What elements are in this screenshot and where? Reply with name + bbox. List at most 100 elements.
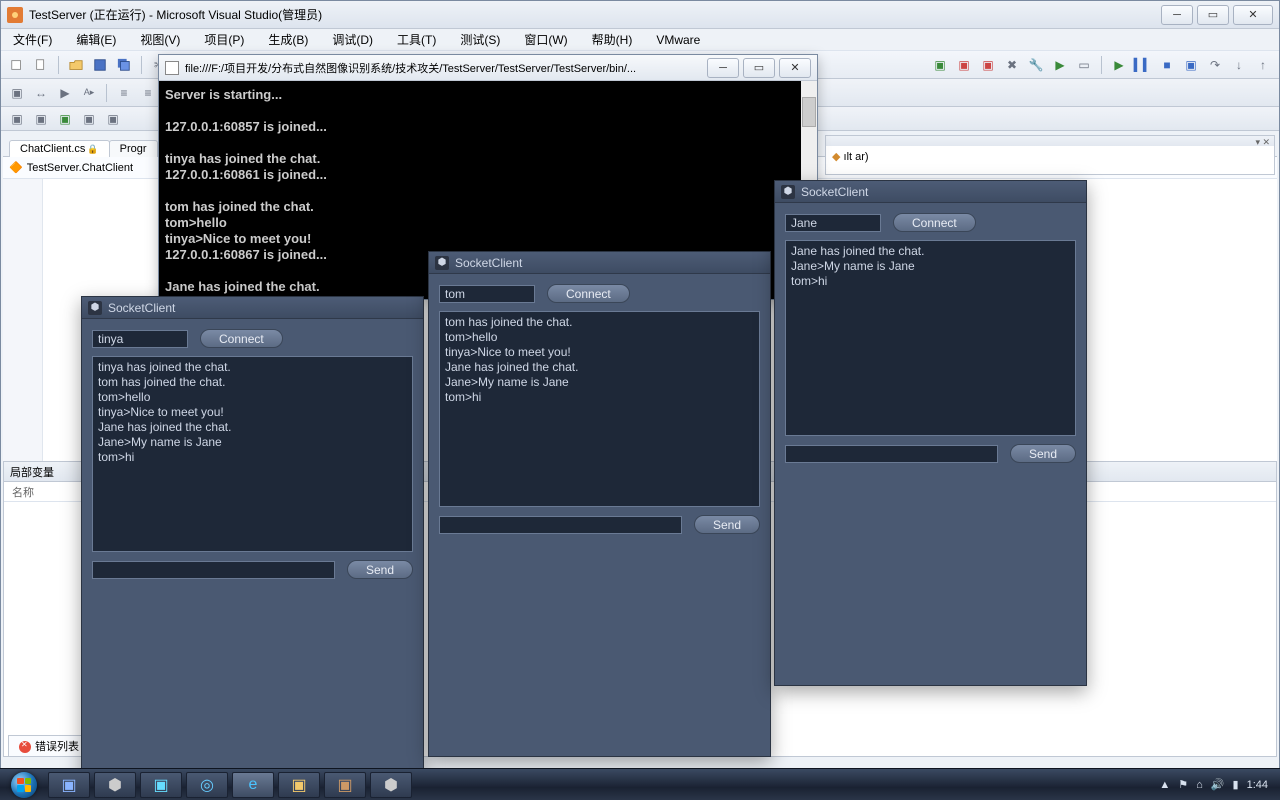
dropdown-text: ılt ar)	[844, 151, 869, 163]
unity-icon: ⬢	[781, 185, 795, 199]
tray-expand-icon[interactable]: ▲	[1159, 779, 1170, 791]
vm-icon-3[interactable]: ▣	[978, 55, 998, 75]
chat-log[interactable]: Jane has joined the chat. Jane>My name i…	[785, 240, 1076, 436]
debug-pause-icon[interactable]: ▍▍	[1133, 55, 1153, 75]
close-button[interactable]: ✕	[1233, 5, 1273, 25]
menu-window[interactable]: 窗口(W)	[518, 29, 573, 50]
lock-icon: 🔒	[87, 144, 98, 154]
vm-icon-1[interactable]: ▣	[930, 55, 950, 75]
save-all-icon[interactable]	[114, 55, 134, 75]
task-item-3[interactable]: ▣	[140, 772, 182, 798]
socketclient-window-jane[interactable]: ⬢ SocketClient Connect Jane has joined t…	[774, 180, 1087, 686]
open-icon[interactable]	[66, 55, 86, 75]
tab-chatclient[interactable]: ChatClient.cs🔒	[9, 140, 110, 157]
start-button[interactable]	[4, 771, 44, 799]
menu-debug[interactable]: 调试(D)	[326, 29, 379, 50]
tray-icon[interactable]: ⚑	[1178, 778, 1188, 791]
task-item-7[interactable]: ▣	[324, 772, 366, 798]
socketclient-titlebar[interactable]: ⬢ SocketClient	[775, 181, 1086, 203]
console-titlebar[interactable]: file:///F:/项目开发/分布式自然图像识别系统/技术攻关/TestSer…	[159, 55, 817, 81]
connect-button[interactable]: Connect	[547, 284, 630, 303]
minimize-button[interactable]: ─	[1161, 5, 1193, 25]
maximize-button[interactable]: ▭	[1197, 5, 1229, 25]
step-over-icon[interactable]: ↷	[1205, 55, 1225, 75]
tb2-icon-2[interactable]: ↔	[31, 83, 51, 103]
console-maximize-button[interactable]: ▭	[743, 58, 775, 78]
error-list-tab[interactable]: 错误列表	[8, 735, 90, 756]
tab-program[interactable]: Progr	[109, 140, 158, 157]
username-input[interactable]	[92, 330, 188, 348]
socketclient-titlebar[interactable]: ⬢ SocketClient	[82, 297, 423, 319]
menu-help[interactable]: 帮助(H)	[586, 29, 639, 50]
tb3-icon-4[interactable]: ▣	[79, 109, 99, 129]
task-item-6[interactable]: ▣	[278, 772, 320, 798]
tb2-icon-4[interactable]: A▸	[79, 83, 99, 103]
tb2-icon-1[interactable]: ▣	[7, 83, 27, 103]
vm-box-icon[interactable]: ▭	[1074, 55, 1094, 75]
vs-logo-icon	[7, 7, 23, 23]
save-icon[interactable]	[90, 55, 110, 75]
vs-icon: ▣	[337, 775, 352, 795]
tb3-icon-5[interactable]: ▣	[103, 109, 123, 129]
vm-run-icon[interactable]: ▶	[1050, 55, 1070, 75]
task-item-1[interactable]: ▣	[48, 772, 90, 798]
debug-restart-icon[interactable]: ▣	[1181, 55, 1201, 75]
connect-button[interactable]: Connect	[893, 213, 976, 232]
network-icon[interactable]: ▮	[1233, 778, 1239, 791]
volume-icon[interactable]: 🔊	[1211, 778, 1225, 791]
tb2-icon-5[interactable]: ≡	[114, 83, 134, 103]
connect-button[interactable]: Connect	[200, 329, 283, 348]
new-project-icon[interactable]	[7, 55, 27, 75]
console-minimize-button[interactable]: ─	[707, 58, 739, 78]
clock[interactable]: 1:44	[1247, 779, 1268, 791]
socketclient-window-tom[interactable]: ⬢ SocketClient Connect tom has joined th…	[428, 251, 771, 757]
username-input[interactable]	[439, 285, 535, 303]
debug-stop-icon[interactable]: ■	[1157, 55, 1177, 75]
chat-log[interactable]: tom has joined the chat. tom>hello tinya…	[439, 311, 760, 507]
step-out-icon[interactable]: ↑	[1253, 55, 1273, 75]
task-item-8[interactable]: ⬢	[370, 772, 412, 798]
send-button[interactable]: Send	[1010, 444, 1076, 463]
debug-start-icon[interactable]: ▶	[1109, 55, 1129, 75]
socketclient-window-tinya[interactable]: ⬢ SocketClient Connect tinya has joined …	[81, 296, 424, 792]
menu-project[interactable]: 项目(P)	[198, 29, 250, 50]
menu-test[interactable]: 测试(S)	[454, 29, 506, 50]
tb3-icon-1[interactable]: ▣	[7, 109, 27, 129]
task-item-4[interactable]: ◎	[186, 772, 228, 798]
error-icon	[19, 741, 31, 753]
tb3-icon-3[interactable]: ▣	[55, 109, 75, 129]
step-into-icon[interactable]: ↓	[1229, 55, 1249, 75]
message-input[interactable]	[92, 561, 335, 579]
send-button[interactable]: Send	[694, 515, 760, 534]
tb2-icon-3[interactable]: ▶	[55, 83, 75, 103]
tb2-icon-6[interactable]: ≡	[138, 83, 158, 103]
vm-icon-2[interactable]: ▣	[954, 55, 974, 75]
new-file-icon[interactable]	[31, 55, 51, 75]
vm-settings-icon[interactable]: ✖	[1002, 55, 1022, 75]
unity-icon: ⬢	[435, 256, 449, 270]
socketclient-titlebar[interactable]: ⬢ SocketClient	[429, 252, 770, 274]
menu-file[interactable]: 文件(F)	[7, 29, 58, 50]
vs-titlebar[interactable]: TestServer (正在运行) - Microsoft Visual Stu…	[1, 1, 1279, 29]
vm-tools-icon[interactable]: 🔧	[1026, 55, 1046, 75]
console-close-button[interactable]: ✕	[779, 58, 811, 78]
vs-member-dropdown[interactable]: ▾ ✕ ◆ ılt ar)	[825, 135, 1275, 175]
message-input[interactable]	[785, 445, 998, 463]
menu-vmware[interactable]: VMware	[650, 31, 706, 49]
tray-icon[interactable]: ⌂	[1196, 779, 1203, 791]
menu-view[interactable]: 视图(V)	[134, 29, 186, 50]
dropdown-close-icon[interactable]: ▾ ✕	[1255, 137, 1270, 145]
send-button[interactable]: Send	[347, 560, 413, 579]
username-input[interactable]	[785, 214, 881, 232]
system-tray[interactable]: ▲ ⚑ ⌂ 🔊 ▮ 1:44	[1159, 778, 1276, 791]
message-input[interactable]	[439, 516, 682, 534]
menu-edit[interactable]: 编辑(E)	[70, 29, 122, 50]
task-item-5[interactable]: e	[232, 772, 274, 798]
file-icon	[165, 61, 179, 75]
menu-tools[interactable]: 工具(T)	[391, 29, 442, 50]
tb3-icon-2[interactable]: ▣	[31, 109, 51, 129]
chat-log[interactable]: tinya has joined the chat. tom has joine…	[92, 356, 413, 552]
task-item-2[interactable]: ⬢	[94, 772, 136, 798]
menu-build[interactable]: 生成(B)	[262, 29, 314, 50]
tab-label: Progr	[120, 143, 147, 155]
